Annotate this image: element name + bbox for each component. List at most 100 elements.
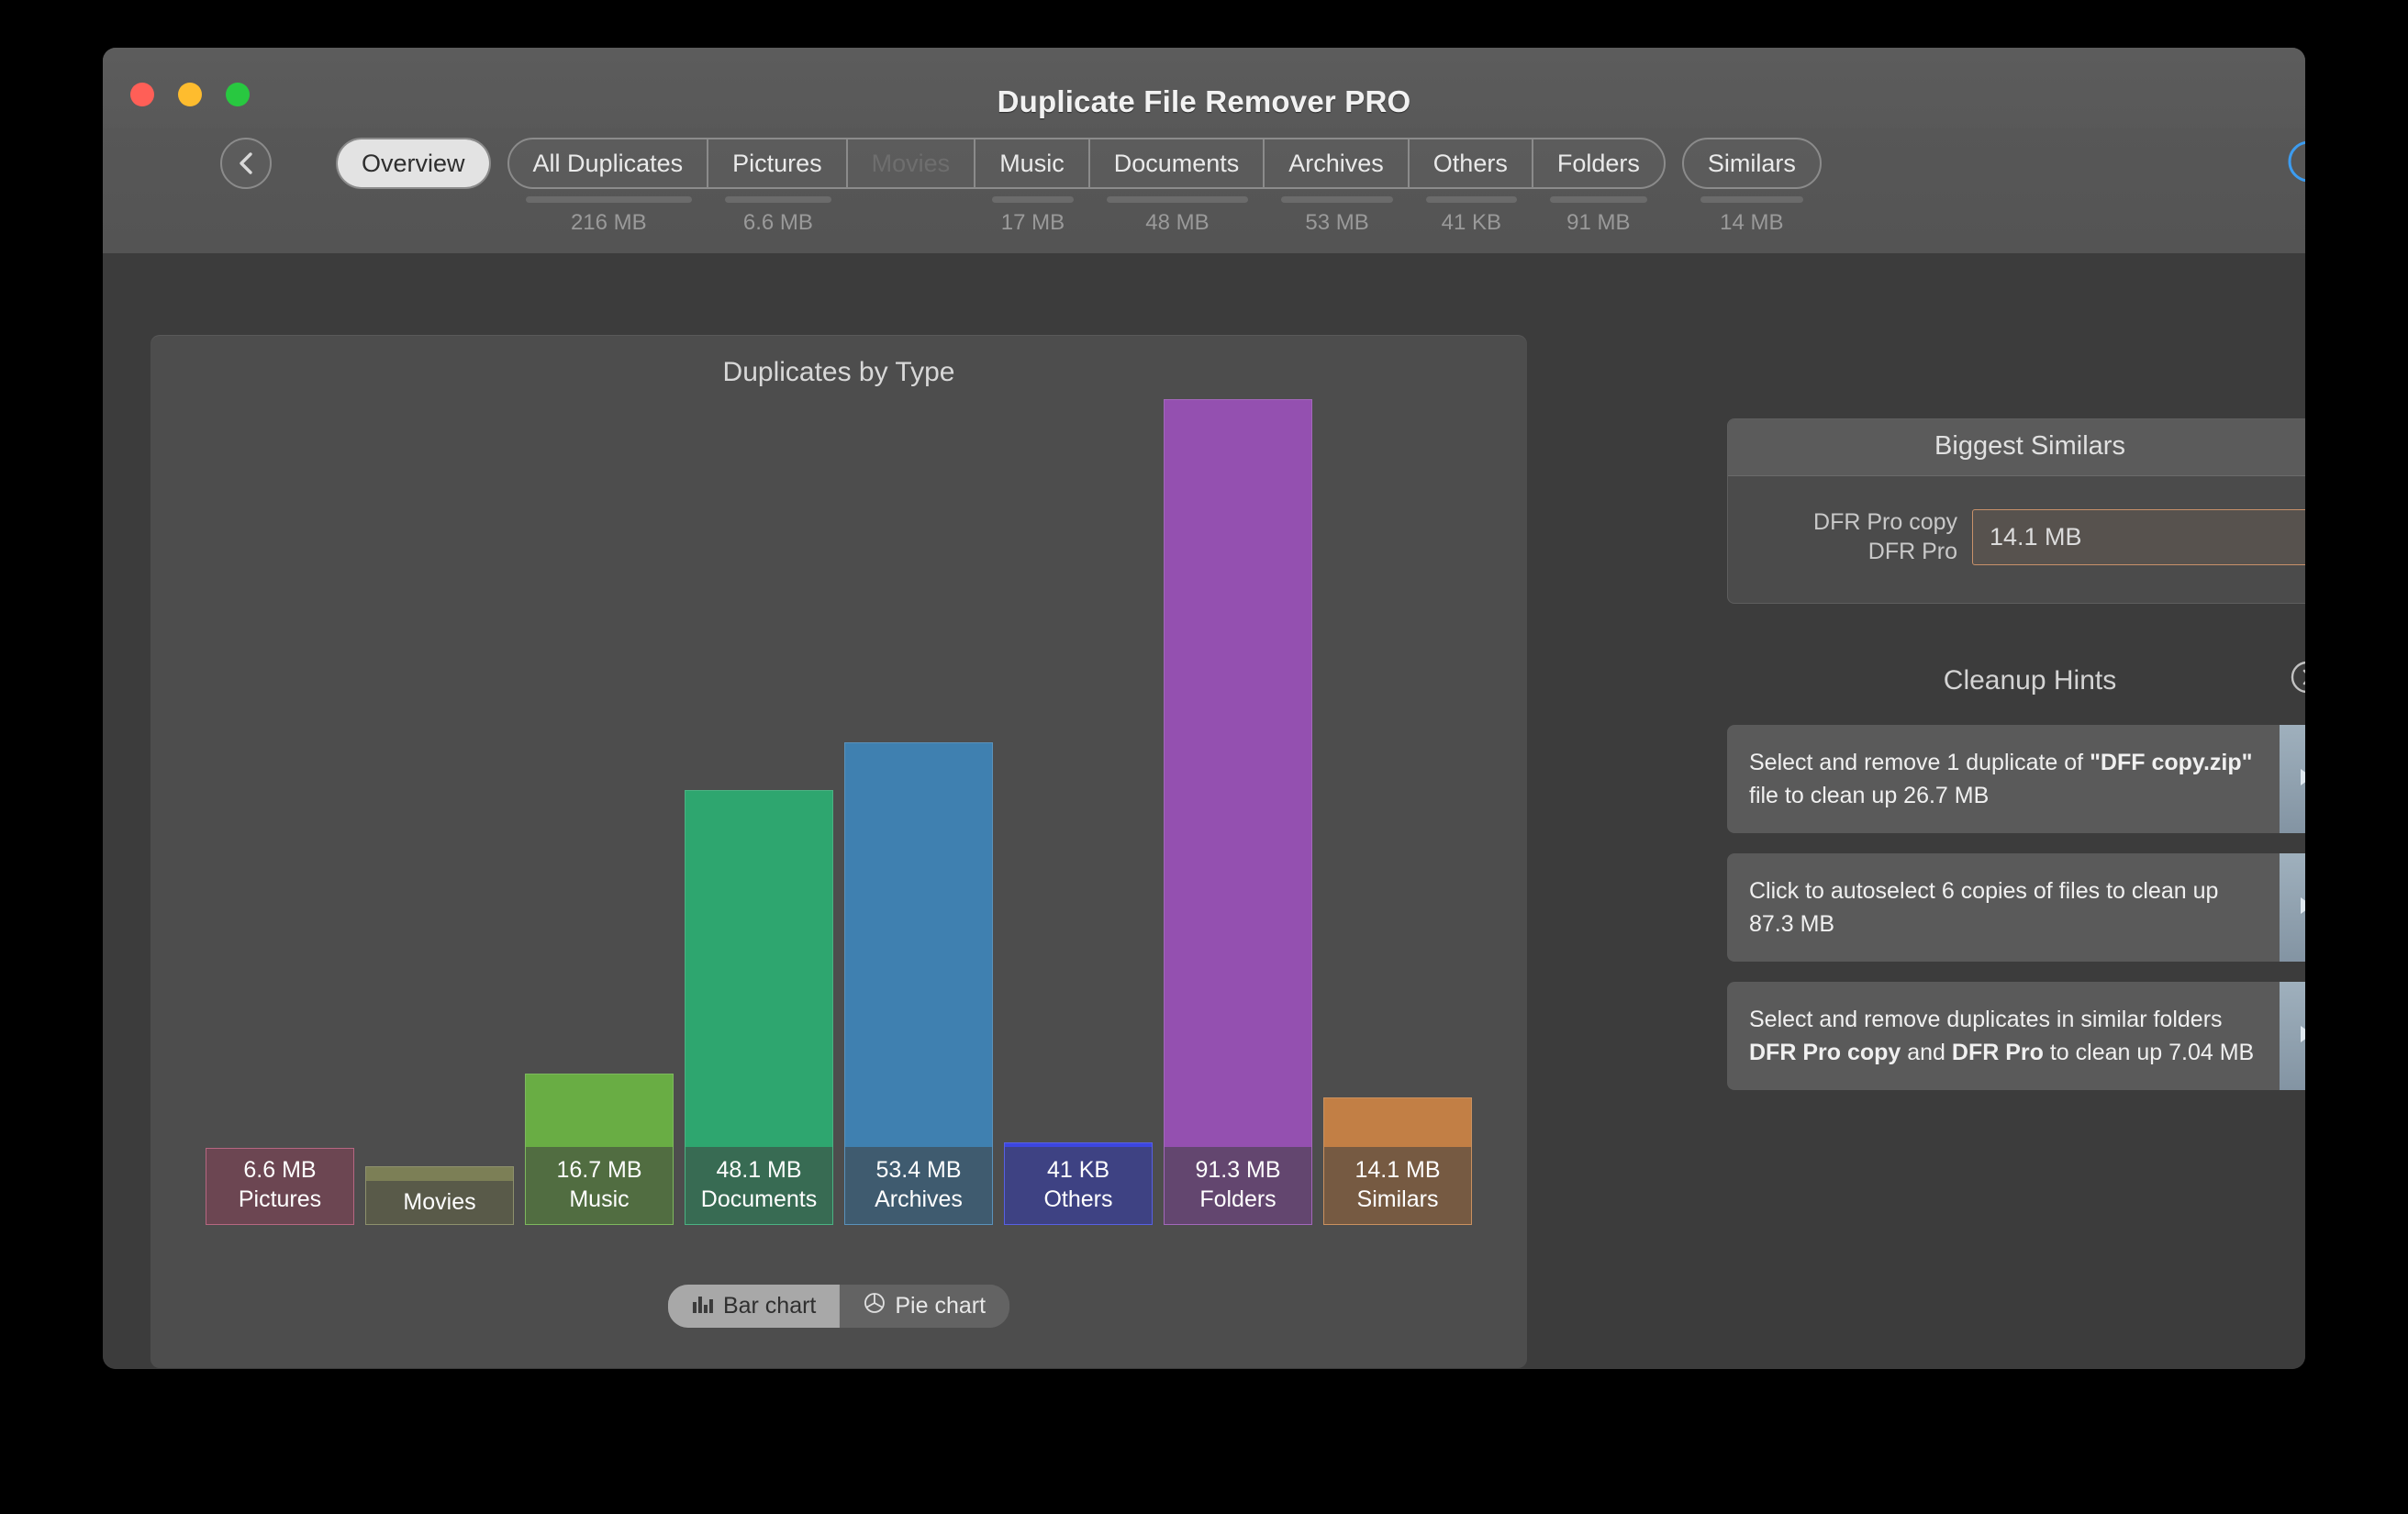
toolbar: Overview All Duplicates Pictures Movies … [103, 128, 2305, 253]
tab-size-pictures: 6.6 MB [708, 196, 848, 236]
tab-size-rule [1281, 196, 1393, 203]
pie-chart-icon [864, 1292, 886, 1320]
tab-size-text: 6.6 MB [742, 210, 813, 235]
tab-bar: Overview All Duplicates Pictures Movies … [336, 138, 1822, 189]
bar-value: 91.3 MB [1195, 1157, 1281, 1183]
bar-category: Similars [1356, 1186, 1439, 1212]
bar-chart: 6.6 MB Pictures Movies 16.7 MB Music 48.1 MB D… [206, 390, 1472, 1225]
tab-size-rule [992, 196, 1074, 203]
bar-category: Movies [403, 1189, 476, 1215]
bar-value: 14.1 MB [1354, 1157, 1441, 1183]
bar-label: 53.4 MB Archives [845, 1147, 992, 1224]
cleanup-hint-text: Select and remove 1 duplicate of "DFF co… [1749, 749, 2253, 808]
back-button[interactable] [220, 138, 272, 189]
bar-chart-icon [692, 1293, 714, 1319]
chart-type-toggle: Bar chart Pie chart [667, 1285, 1010, 1328]
chevron-right-circle-icon [2287, 661, 2305, 701]
bar-archives[interactable]: 53.4 MB Archives [844, 741, 993, 1225]
bar-value: 48.1 MB [716, 1157, 802, 1183]
bar-label: 6.6 MB Pictures [206, 1149, 353, 1224]
bar-others[interactable]: 41 KB Others [1004, 1142, 1153, 1225]
bar-label: 91.3 MB Folders [1165, 1147, 1311, 1224]
tab-size-documents: 48 MB [1090, 196, 1265, 236]
tab-group-categories: All Duplicates Pictures Movies Music Doc… [507, 138, 1666, 189]
biggest-similars-card: Biggest Similars DFR Pro copy DFR Pro 14… [1727, 418, 2305, 604]
tab-similars[interactable]: Similars [1684, 139, 1820, 187]
similar-size-value: 14.1 MB [1972, 508, 2305, 565]
bar-category: Music [569, 1186, 630, 1212]
bar-chart-toggle-button[interactable]: Bar chart [667, 1285, 841, 1328]
bar-folders[interactable]: 91.3 MB Folders [1164, 399, 1312, 1225]
play-triangle-icon [2297, 1023, 2305, 1050]
cleanup-hint-text: Click to autoselect 6 copies of files to… [1749, 877, 2219, 937]
tab-group-overview: Overview [336, 138, 491, 189]
bar-chart-toggle-label: Bar chart [722, 1293, 817, 1319]
tab-size-text: 14 MB [1720, 210, 1784, 235]
pie-chart-toggle-button[interactable]: Pie chart [840, 1285, 1010, 1328]
similar-folder-names: DFR Pro copy DFR Pro [1752, 507, 1957, 566]
play-triangle-icon [2297, 766, 2305, 793]
cleanup-hint-item[interactable]: Select and remove duplicates in similar … [1727, 982, 2305, 1090]
cleanup-hint-apply-button[interactable] [2280, 725, 2305, 833]
cleanup-hint-item[interactable]: Click to autoselect 6 copies of files to… [1727, 853, 2305, 962]
bar-category: Others [1043, 1186, 1113, 1212]
tab-size-folders: 91 MB [1533, 196, 1664, 236]
similar-row[interactable]: DFR Pro copy DFR Pro 14.1 MB [1752, 507, 2305, 566]
tab-size-text: 41 KB [1441, 210, 1501, 235]
bar-documents[interactable]: 48.1 MB Documents [685, 789, 833, 1225]
sidebar: Biggest Similars DFR Pro copy DFR Pro 14… [1727, 418, 2305, 1090]
tab-others[interactable]: Others [1410, 139, 1533, 187]
tab-size-rule [725, 196, 831, 203]
biggest-similars-title: Biggest Similars [1728, 419, 2305, 476]
tab-size-rule [1549, 196, 1647, 203]
bar-value: 53.4 MB [875, 1157, 962, 1183]
pie-chart-toggle-label: Pie chart [895, 1293, 987, 1319]
tab-size-text: 91 MB [1566, 210, 1631, 235]
bar-label: 48.1 MB Documents [686, 1147, 832, 1224]
bar-value: 16.7 MB [556, 1157, 642, 1183]
bar-value: 41 KB [1046, 1157, 1110, 1183]
cleanup-hint-text: Select and remove duplicates in similar … [1749, 1006, 2255, 1065]
app-window: Duplicate File Remover PRO Overview All … [103, 48, 2305, 1369]
tab-documents[interactable]: Documents [1090, 139, 1265, 187]
tab-size-rule [1425, 196, 1517, 203]
tab-folders[interactable]: Folders [1533, 139, 1664, 187]
bar-similars[interactable]: 14.1 MB Similars [1323, 1097, 1472, 1225]
tab-size-text: 17 MB [1000, 210, 1065, 235]
tab-all-duplicates[interactable]: All Duplicates [509, 139, 709, 187]
cleanup-hints-disclosure-button[interactable] [2287, 657, 2305, 697]
tab-size-archives: 53 MB [1265, 196, 1410, 236]
cleanup-hints-list: Select and remove 1 duplicate of "DFF co… [1727, 725, 2305, 1090]
tab-size-text: 48 MB [1145, 210, 1210, 235]
tab-size-similars: 14 MB [1684, 196, 1820, 236]
bar-label: Movies [366, 1181, 513, 1224]
tab-pictures[interactable]: Pictures [708, 139, 848, 187]
bar-category: Folders [1199, 1186, 1276, 1212]
chart-panel: Duplicates by Type 6.6 MB Pictures Movies 1… [150, 335, 1527, 1368]
cleanup-hint-apply-button[interactable] [2280, 982, 2305, 1090]
cleanup-hints-title: Cleanup Hints [1943, 665, 2117, 696]
cleanup-hint-item[interactable]: Select and remove 1 duplicate of "DFF co… [1727, 725, 2305, 833]
bar-category: Pictures [238, 1186, 322, 1212]
bar-music[interactable]: 16.7 MB Music [525, 1074, 674, 1225]
similar-folder-name-1: DFR Pro copy [1813, 509, 1957, 535]
tab-movies: Movies [848, 139, 976, 187]
similar-folder-name-2: DFR Pro [1867, 539, 1957, 564]
tab-music[interactable]: Music [975, 139, 1090, 187]
bar-value: 6.6 MB [243, 1157, 317, 1183]
bar-label: 14.1 MB Similars [1324, 1147, 1471, 1224]
chart-title: Duplicates by Type [722, 357, 955, 387]
cleanup-hint-apply-button[interactable] [2280, 853, 2305, 962]
tab-overview[interactable]: Overview [338, 139, 489, 187]
bar-movies[interactable]: Movies [365, 1166, 514, 1225]
page-title: Duplicate File Remover PRO [997, 84, 1411, 118]
tab-size-rule [1700, 196, 1803, 203]
info-button[interactable] [2285, 138, 2305, 185]
bar-pictures[interactable]: 6.6 MB Pictures [206, 1148, 354, 1225]
play-triangle-icon [2297, 895, 2305, 921]
tab-archives[interactable]: Archives [1265, 139, 1410, 187]
tab-size-others: 41 KB [1410, 196, 1533, 236]
tab-size-text: 53 MB [1305, 210, 1369, 235]
cleanup-hints-header: Cleanup Hints [1727, 657, 2305, 705]
tab-size-labels: 216 MB 6.6 MB 17 MB 48 MB 53 MB 41 KB 91 MB 14 … [103, 196, 2305, 251]
